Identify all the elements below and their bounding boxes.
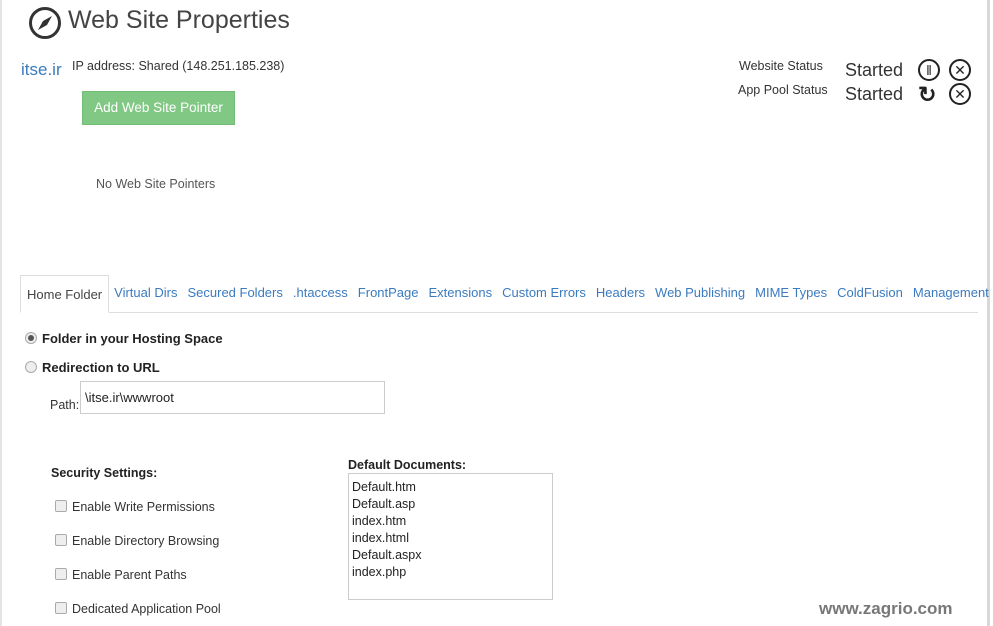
tab-management[interactable]: Management <box>908 274 993 312</box>
write-permissions-label: Enable Write Permissions <box>72 500 215 514</box>
tab-custom-errors[interactable]: Custom Errors <box>497 274 591 312</box>
list-item: Default.asp <box>352 497 416 511</box>
add-web-site-pointer-button[interactable]: Add Web Site Pointer <box>82 91 235 125</box>
write-permissions-checkbox[interactable] <box>55 500 67 512</box>
tab-bar: Home Folder Virtual Dirs Secured Folders… <box>20 274 989 313</box>
app-pool-status-value: Started <box>845 84 904 104</box>
default-documents-title: Default Documents: <box>348 458 467 472</box>
compass-icon <box>29 7 61 39</box>
stop-app-pool-icon[interactable]: ✕ <box>949 83 971 105</box>
stop-icon[interactable]: ✕ <box>949 59 971 81</box>
redirect-radio[interactable] <box>25 361 37 373</box>
site-name[interactable]: itse.ir <box>21 60 62 80</box>
path-label: Path: <box>50 398 80 412</box>
dedicated-app-pool-checkbox[interactable] <box>55 602 67 614</box>
tab-frontpage[interactable]: FrontPage <box>353 274 424 312</box>
website-status-value: Started <box>845 60 904 80</box>
parent-paths-checkbox[interactable] <box>55 568 67 580</box>
security-settings-title: Security Settings: <box>51 466 158 480</box>
list-item: Default.aspx <box>352 548 422 562</box>
redirect-radio-label: Redirection to URL <box>42 360 160 375</box>
ip-address: IP address: Shared (148.251.185.238) <box>72 59 285 73</box>
tab-virtual-dirs[interactable]: Virtual Dirs <box>109 274 182 312</box>
parent-paths-label: Enable Parent Paths <box>72 568 187 582</box>
list-item: index.php <box>352 565 407 579</box>
app-pool-status-label: App Pool Status <box>738 83 828 97</box>
path-input[interactable]: \itse.ir\wwwroot <box>80 381 385 414</box>
tab-extensions[interactable]: Extensions <box>424 274 498 312</box>
website-status-label: Website Status <box>739 59 823 73</box>
dedicated-app-pool-label: Dedicated Application Pool <box>72 602 221 616</box>
list-item: index.html <box>352 531 409 545</box>
tab-web-publishing[interactable]: Web Publishing <box>650 274 750 312</box>
tab-headers[interactable]: Headers <box>591 274 650 312</box>
no-pointers-text: No Web Site Pointers <box>96 177 216 191</box>
tab-secured-folders[interactable]: Secured Folders <box>182 274 287 312</box>
list-item: Default.htm <box>352 480 416 494</box>
default-documents-textarea[interactable]: Default.htm Default.asp index.htm index.… <box>348 473 553 600</box>
restart-icon[interactable]: ↻ <box>918 82 936 108</box>
watermark: www.zagrio.com <box>819 599 953 618</box>
directory-browsing-checkbox[interactable] <box>55 534 67 546</box>
tab-home-folder[interactable]: Home Folder <box>20 275 110 313</box>
page-title: Web Site Properties <box>68 6 290 34</box>
tab-htaccess[interactable]: .htaccess <box>288 274 353 312</box>
folder-radio-label: Folder in your Hosting Space <box>42 331 223 346</box>
tab-mime-types[interactable]: MIME Types <box>750 274 832 312</box>
tab-coldfusion[interactable]: ColdFusion <box>832 274 908 312</box>
folder-radio[interactable] <box>25 332 37 344</box>
list-item: index.htm <box>352 514 407 528</box>
pause-icon[interactable]: ‖ <box>918 59 940 81</box>
directory-browsing-label: Enable Directory Browsing <box>72 534 220 548</box>
